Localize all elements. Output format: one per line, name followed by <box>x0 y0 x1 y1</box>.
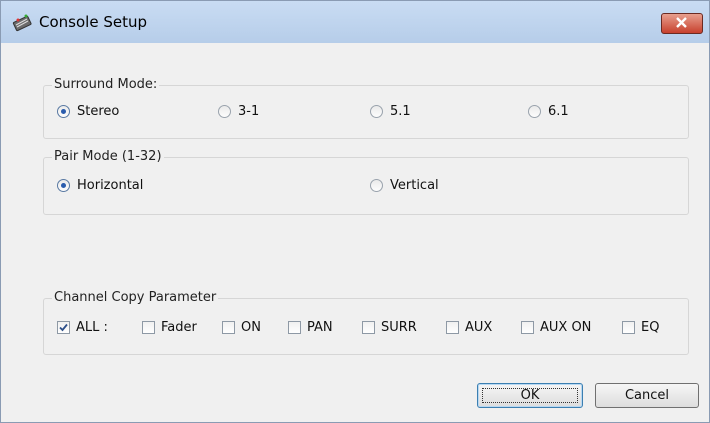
radio-5-1-label: 5.1 <box>390 104 411 119</box>
radio-button-selected[interactable] <box>57 179 70 192</box>
checkbox-all-label: ALL : <box>76 320 108 335</box>
checkbox-fader[interactable]: Fader <box>142 320 197 335</box>
checkbox-on[interactable]: ON <box>222 320 261 335</box>
checkbox[interactable] <box>446 321 459 334</box>
title-bar[interactable]: Console Setup <box>1 1 709 43</box>
radio-6-1-label: 6.1 <box>548 104 569 119</box>
checkbox-pan[interactable]: PAN <box>288 320 333 335</box>
cancel-button[interactable]: Cancel <box>595 383 699 408</box>
checkbox-checked[interactable] <box>57 321 70 334</box>
radio-horizontal[interactable]: Horizontal <box>57 178 143 193</box>
checkbox[interactable] <box>142 321 155 334</box>
radio-6-1[interactable]: 6.1 <box>528 104 569 119</box>
checkbox-pan-label: PAN <box>307 320 333 335</box>
radio-button-selected[interactable] <box>57 105 70 118</box>
radio-3-1-label: 3-1 <box>238 104 260 119</box>
checkbox-surr[interactable]: SURR <box>362 320 417 335</box>
radio-stereo[interactable]: Stereo <box>57 104 119 119</box>
cancel-button-label: Cancel <box>624 388 670 403</box>
checkbox-surr-label: SURR <box>381 320 417 335</box>
checkbox-eq-label: EQ <box>641 320 660 335</box>
close-button[interactable] <box>661 13 703 34</box>
checkbox-aux-on[interactable]: AUX ON <box>521 320 591 335</box>
pair-mode-group: Pair Mode (1-32) Horizontal Vertical <box>43 149 689 215</box>
checkbox[interactable] <box>622 321 635 334</box>
radio-button[interactable] <box>528 105 541 118</box>
checkbox-aux[interactable]: AUX <box>446 320 492 335</box>
channel-copy-group: Channel Copy Parameter ALL : Fader ON PA… <box>43 290 689 355</box>
radio-horizontal-label: Horizontal <box>77 178 144 193</box>
checkbox[interactable] <box>521 321 534 334</box>
checkbox-fader-label: Fader <box>161 320 197 335</box>
checkbox-eq[interactable]: EQ <box>622 320 659 335</box>
radio-button[interactable] <box>370 179 383 192</box>
pair-mode-label: Pair Mode (1-32) <box>52 149 164 164</box>
checkbox-all[interactable]: ALL : <box>57 320 108 335</box>
radio-vertical[interactable]: Vertical <box>370 178 439 193</box>
console-setup-dialog: Console Setup Surround Mode: Stereo 3-1 … <box>0 0 710 423</box>
close-icon <box>676 17 687 28</box>
radio-5-1[interactable]: 5.1 <box>370 104 411 119</box>
checkmark-icon <box>59 323 68 332</box>
checkbox-on-label: ON <box>241 320 261 335</box>
checkbox[interactable] <box>362 321 375 334</box>
checkbox-aux-label: AUX <box>465 320 493 335</box>
checkbox[interactable] <box>288 321 301 334</box>
radio-button[interactable] <box>218 105 231 118</box>
surround-mode-group: Surround Mode: Stereo 3-1 5.1 6.1 <box>43 77 689 139</box>
radio-3-1[interactable]: 3-1 <box>218 104 259 119</box>
window-title: Console Setup <box>39 13 147 31</box>
radio-vertical-label: Vertical <box>390 178 439 193</box>
channel-copy-label: Channel Copy Parameter <box>52 290 219 305</box>
dialog-body: Surround Mode: Stereo 3-1 5.1 6.1 Pair M… <box>9 43 701 413</box>
ok-button[interactable]: OK <box>477 383 583 408</box>
focus-rectangle <box>482 388 578 403</box>
surround-mode-label: Surround Mode: <box>52 77 160 92</box>
checkbox-aux-on-label: AUX ON <box>540 320 592 335</box>
radio-button[interactable] <box>370 105 383 118</box>
radio-stereo-label: Stereo <box>77 104 120 119</box>
checkbox[interactable] <box>222 321 235 334</box>
console-app-icon <box>11 11 33 33</box>
